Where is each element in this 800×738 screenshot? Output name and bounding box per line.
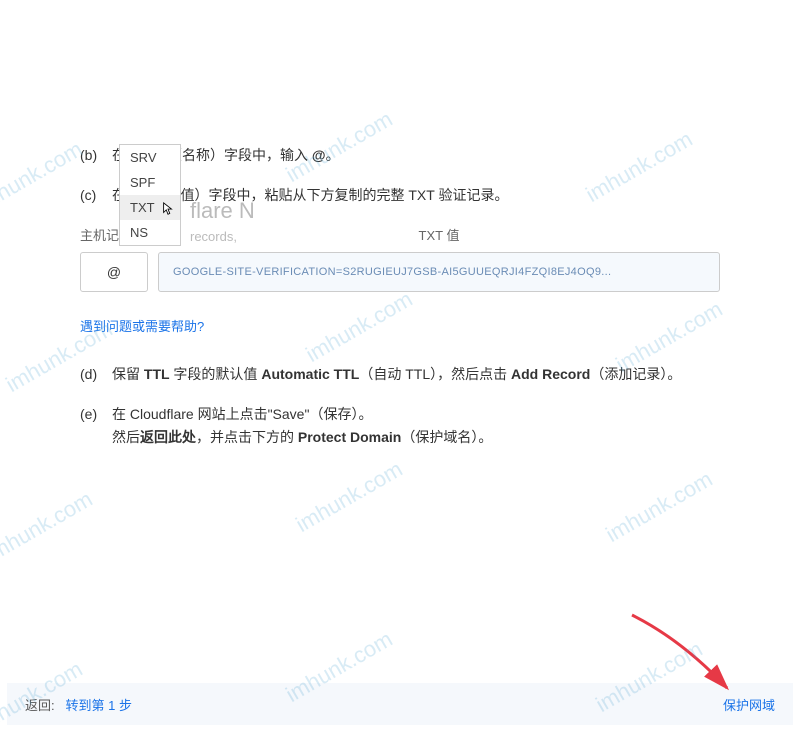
back-step-link[interactable]: 转到第 1 步: [66, 698, 132, 713]
header-txt: TXT 值: [158, 225, 720, 244]
host-value-box[interactable]: @: [80, 252, 148, 292]
step-label: (d): [80, 363, 112, 385]
dropdown-item-txt[interactable]: TXT: [120, 195, 180, 220]
step-e: (e) 在 Cloudflare 网站上点击"Save"（保存）。 然后返回此处…: [80, 403, 720, 448]
record-type-dropdown[interactable]: SRV SPF TXT NS: [119, 144, 181, 246]
footer-bar: 返回: 转到第 1 步 保护网域: [7, 683, 793, 725]
step-text: 在 Name（名称）字段中，输入 @。: [112, 144, 720, 166]
step-label: (e): [80, 403, 112, 448]
help-link[interactable]: 遇到问题或需要帮助?: [80, 316, 204, 335]
back-label: 返回:: [25, 698, 55, 713]
background-title-fragment: flare N: [190, 198, 255, 224]
footer-left: 返回: 转到第 1 步: [25, 695, 132, 714]
step-label: (b): [80, 144, 112, 166]
watermark: imhunk.com: [291, 456, 407, 538]
watermark: imhunk.com: [0, 486, 97, 568]
dropdown-item-label: TXT: [130, 200, 155, 215]
background-subtitle-fragment: records,: [190, 229, 237, 244]
step-d: (d) 保留 TTL 字段的默认值 Automatic TTL（自动 TTL），…: [80, 363, 720, 385]
watermark: imhunk.com: [601, 466, 717, 548]
dropdown-item-ns[interactable]: NS: [120, 220, 180, 245]
protect-domain-button[interactable]: 保护网域: [723, 695, 775, 714]
step-text: 保留 TTL 字段的默认值 Automatic TTL（自动 TTL），然后点击…: [112, 363, 720, 385]
cursor-icon: [162, 202, 174, 216]
step-label: (c): [80, 184, 112, 206]
dropdown-item-spf[interactable]: SPF: [120, 170, 180, 195]
txt-value-box[interactable]: GOOGLE-SITE-VERIFICATION=S2RUGIEUJ7GSB-A…: [158, 252, 720, 292]
txt-table-row: @ GOOGLE-SITE-VERIFICATION=S2RUGIEUJ7GSB…: [80, 252, 720, 292]
dropdown-item-srv[interactable]: SRV: [120, 145, 180, 170]
step-text: 在 Cloudflare 网站上点击"Save"（保存）。 然后返回此处，并点击…: [112, 403, 720, 448]
